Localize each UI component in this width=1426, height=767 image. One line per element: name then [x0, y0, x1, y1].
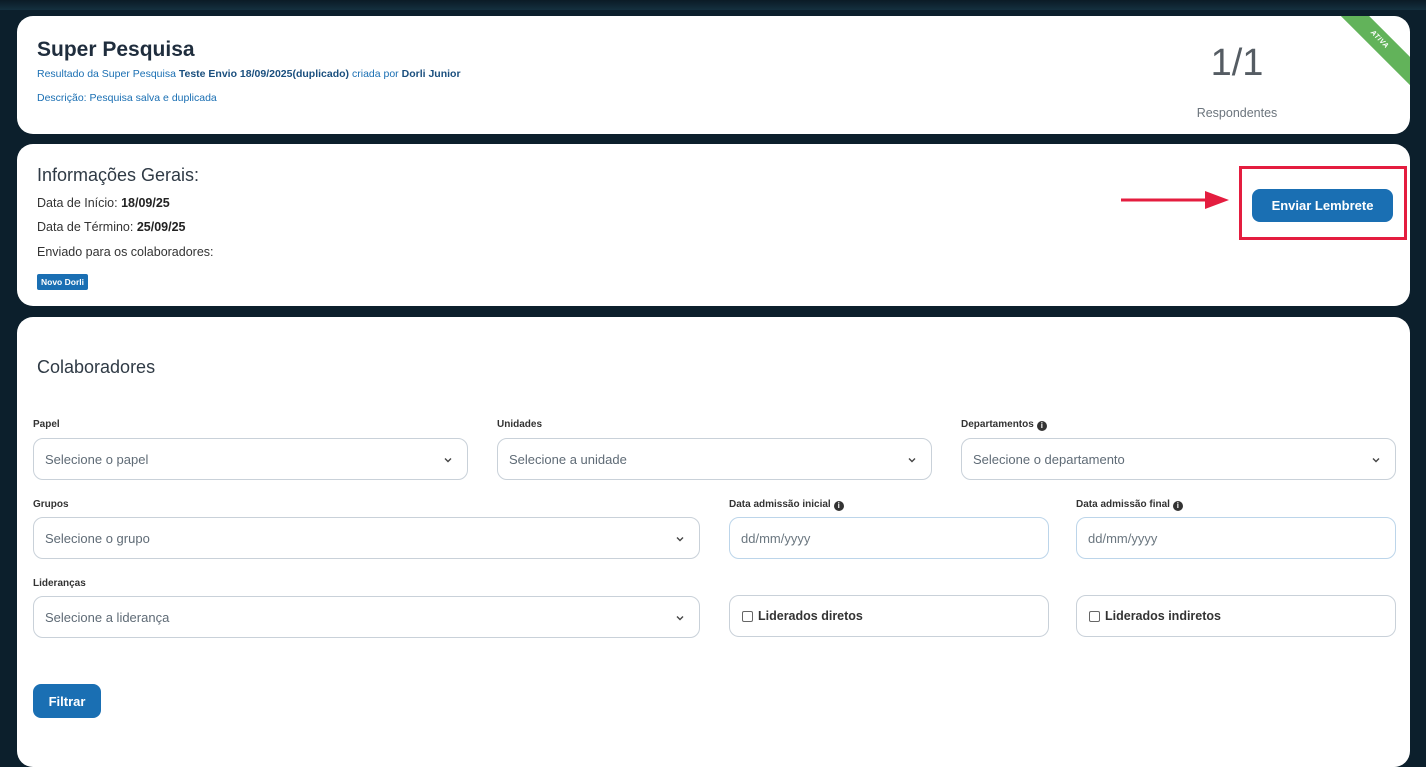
send-reminder-button[interactable]: Enviar Lembrete: [1252, 189, 1393, 222]
general-info-card: Informações Gerais: Data de Início: 18/0…: [17, 144, 1410, 306]
filter-button[interactable]: Filtrar: [33, 684, 101, 718]
recipient-tag: Novo Dorli: [37, 274, 88, 290]
liderancas-label: Lideranças: [33, 578, 86, 589]
survey-header-card: Super Pesquisa Resultado da Super Pesqui…: [17, 16, 1410, 134]
start-date-label: Data de Início:: [37, 196, 118, 210]
admissao-inicial-input[interactable]: dd/mm/yyyy: [729, 517, 1049, 559]
chevron-down-icon: [908, 458, 916, 463]
papel-label: Papel: [33, 419, 60, 430]
liderados-diretos-label: Liderados diretos: [758, 609, 863, 623]
unidades-label: Unidades: [497, 419, 543, 430]
info-icon[interactable]: i: [833, 501, 844, 511]
checkbox-icon[interactable]: [1089, 611, 1100, 622]
subtitle-prefix: Resultado da Super Pesquisa: [37, 68, 176, 80]
created-by-text: criada por: [351, 68, 399, 80]
admissao-final-placeholder: dd/mm/yyyy: [1088, 531, 1158, 546]
top-bar: [0, 0, 1426, 10]
departamentos-placeholder: Selecione o departamento: [973, 452, 1125, 467]
admissao-final-input[interactable]: dd/mm/yyyy: [1076, 517, 1396, 559]
chevron-down-icon: [1372, 458, 1380, 463]
info-icon[interactable]: i: [1172, 501, 1183, 511]
liderancas-select[interactable]: Selecione a liderança: [33, 596, 700, 638]
papel-select[interactable]: Selecione o papel: [33, 438, 468, 480]
liderados-indiretos-label: Liderados indiretos: [1105, 609, 1221, 623]
general-info-title: Informações Gerais:: [37, 165, 200, 185]
departamentos-label-text: Departamentos: [961, 419, 1034, 430]
status-ribbon-container: ATIVA: [1330, 16, 1410, 96]
collaborators-title: Colaboradores: [37, 357, 156, 377]
liderados-indiretos-checkbox[interactable]: Liderados indiretos: [1076, 595, 1396, 637]
survey-author: Dorli Junior: [401, 68, 461, 80]
chevron-down-icon: [676, 537, 684, 542]
admissao-inicial-placeholder: dd/mm/yyyy: [741, 531, 811, 546]
status-ribbon: ATIVA: [1333, 16, 1410, 86]
survey-description: Descrição: Pesquisa salva e duplicada: [37, 92, 217, 104]
admissao-final-label-text: Data admissão final: [1076, 499, 1170, 510]
admissao-inicial-label: Data admissão inicial i: [729, 499, 844, 511]
arrow-right-icon: [1121, 191, 1229, 209]
chevron-down-icon: [676, 616, 684, 621]
respondents-count: 1/1: [1210, 42, 1264, 84]
grupos-select[interactable]: Selecione o grupo: [33, 517, 700, 559]
liderados-diretos-checkbox[interactable]: Liderados diretos: [729, 595, 1049, 637]
survey-subtitle: Resultado da Super Pesquisa Teste Envio …: [37, 68, 461, 80]
end-date-label: Data de Término:: [37, 220, 134, 234]
sent-to-label: Enviado para os colaboradores:: [37, 245, 214, 259]
departamentos-select[interactable]: Selecione o departamento: [961, 438, 1396, 480]
departamentos-label: Departamentos i: [961, 419, 1047, 431]
unidades-placeholder: Selecione a unidade: [509, 452, 627, 467]
chevron-down-icon: [444, 458, 452, 463]
collaborators-card: Colaboradores Papel Selecione o papel Un…: [17, 317, 1410, 767]
checkbox-icon[interactable]: [742, 611, 753, 622]
unidades-select[interactable]: Selecione a unidade: [497, 438, 932, 480]
start-date-line: Data de Início: 18/09/25: [37, 196, 170, 210]
liderancas-placeholder: Selecione a liderança: [45, 610, 170, 625]
admissao-final-label: Data admissão final i: [1076, 499, 1183, 511]
end-date-line: Data de Término: 25/09/25: [37, 220, 186, 234]
grupos-placeholder: Selecione o grupo: [45, 531, 150, 546]
page-title: Super Pesquisa: [37, 38, 195, 61]
admissao-inicial-label-text: Data admissão inicial: [729, 499, 831, 510]
start-date-value: 18/09/25: [121, 196, 170, 210]
grupos-label: Grupos: [33, 499, 69, 510]
info-icon[interactable]: i: [1036, 421, 1047, 431]
respondents-label: Respondentes: [1196, 106, 1278, 120]
survey-name: Teste Envio 18/09/2025(duplicado): [178, 68, 350, 80]
papel-placeholder: Selecione o papel: [45, 452, 149, 467]
end-date-value: 25/09/25: [136, 220, 186, 234]
